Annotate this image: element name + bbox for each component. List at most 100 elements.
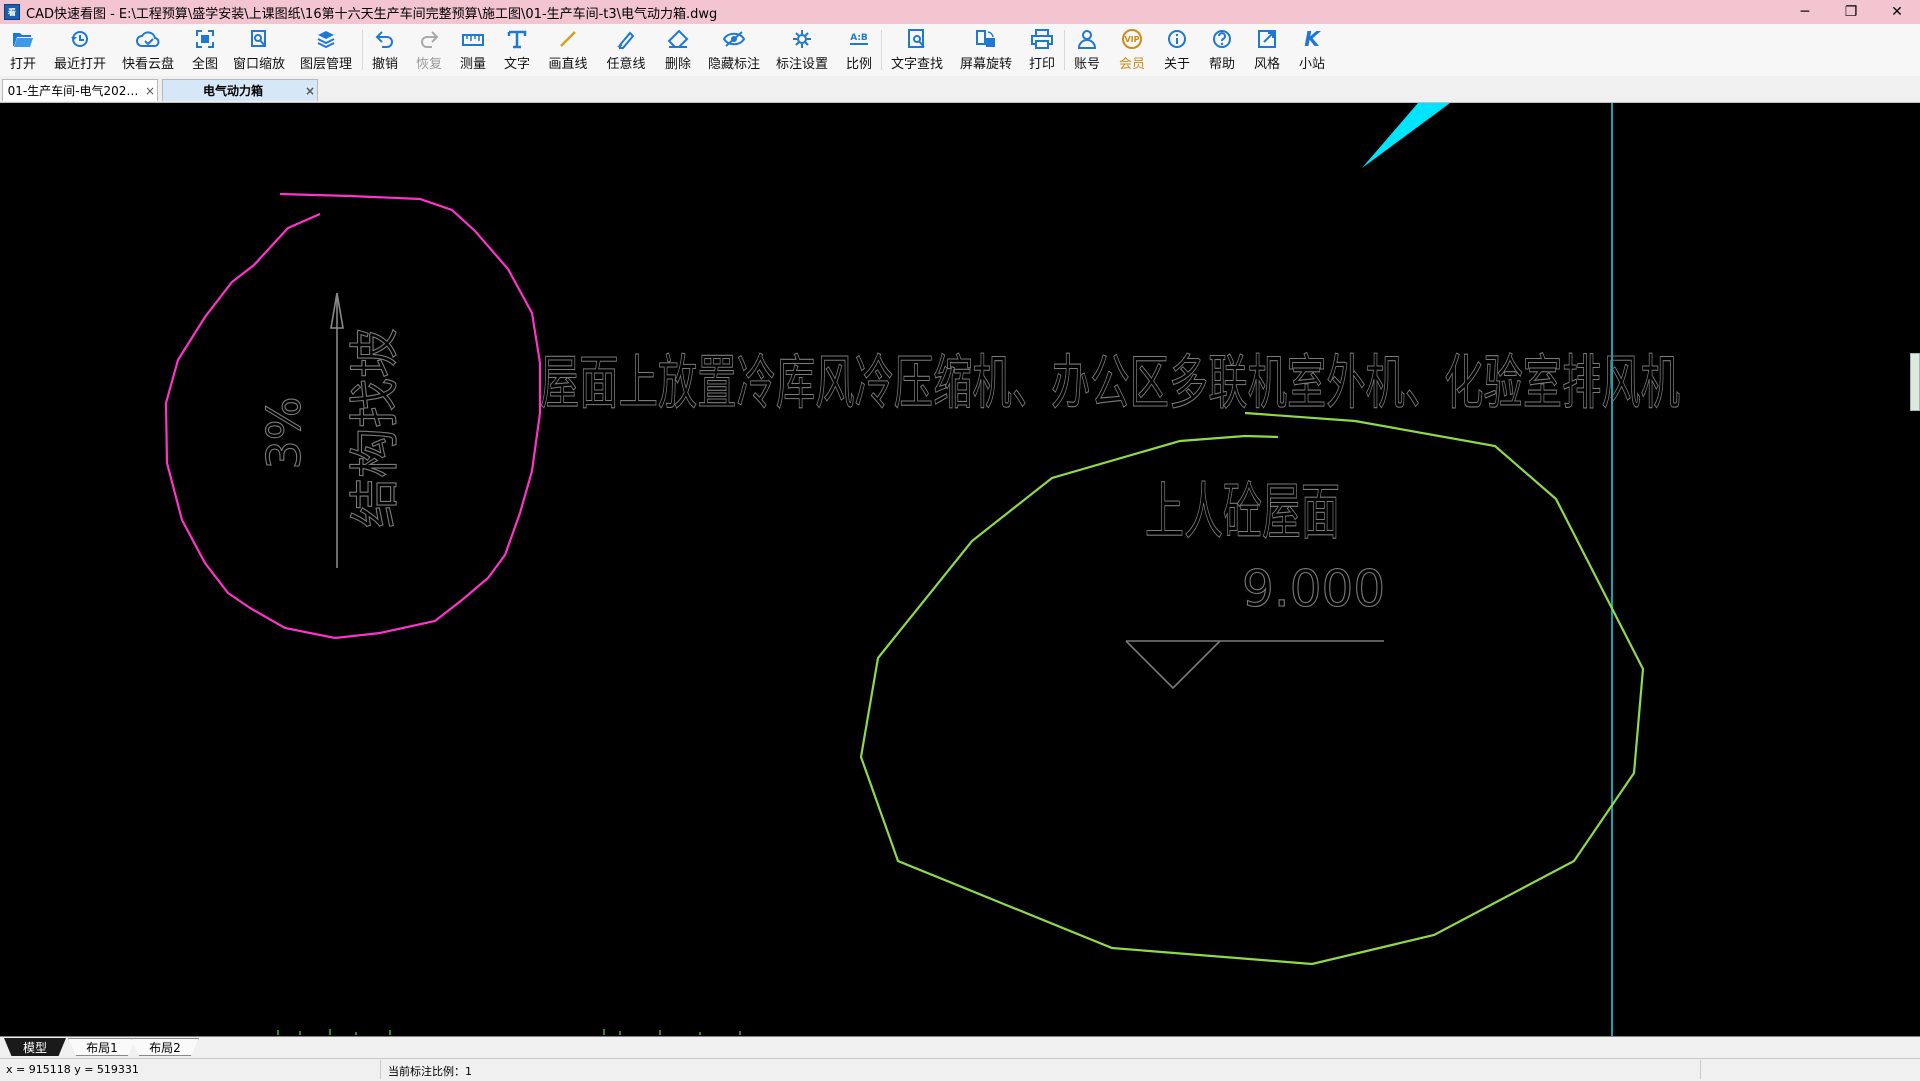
measure-label: 测量	[459, 57, 486, 72]
measure-icon	[461, 28, 485, 50]
status-bar: x = 915118 y = 519331 当前标注比例：1	[0, 1058, 1920, 1081]
style-icon	[1255, 28, 1279, 50]
account-label: 账号	[1073, 57, 1100, 72]
layer-manager-button[interactable]: 图层管理	[290, 24, 362, 72]
measure-button[interactable]: 测量	[451, 24, 495, 72]
app-logo-text: 看	[8, 7, 16, 17]
slope-text-group: 结构找坡	[345, 327, 404, 528]
zoom-extents-button[interactable]: 全图	[182, 24, 228, 72]
layer-manager-label: 图层管理	[299, 57, 352, 72]
minimize-icon: ─	[1800, 4, 1810, 20]
vip-label: 会员	[1118, 57, 1145, 72]
undo-label: 撤销	[371, 57, 398, 72]
annotation-settings-button[interactable]: 标注设置	[767, 24, 837, 72]
close-window-button[interactable]: ✕	[1874, 0, 1920, 24]
close-icon: ✕	[1891, 4, 1903, 20]
zoom-window-icon	[247, 28, 271, 50]
tab-layout1[interactable]: 布局1	[68, 1038, 136, 1056]
help-button[interactable]: 帮助	[1199, 24, 1245, 72]
recent-button[interactable]: 最近打开	[46, 24, 114, 72]
close-tab-icon[interactable]: ×	[303, 84, 317, 98]
minimize-button[interactable]: ─	[1782, 0, 1828, 24]
account-button[interactable]: 账号	[1065, 24, 1109, 72]
delete-button[interactable]: 删除	[655, 24, 701, 72]
open-button[interactable]: 打开	[0, 24, 46, 72]
cloud-icon	[136, 28, 160, 50]
redo-icon	[417, 28, 441, 50]
window-title: CAD快速看图 - E:\工程预算\盛学安装\上课图纸\16第十六天生产车间完整…	[26, 6, 718, 22]
zoom-extents-label: 全图	[191, 57, 218, 72]
side-scroll-handle[interactable]	[1910, 353, 1920, 411]
tab-model[interactable]: 模型	[4, 1038, 66, 1056]
style-label: 风格	[1253, 57, 1280, 72]
redo-button[interactable]: 恢复	[407, 24, 451, 72]
freehand-label: 任意线	[606, 57, 646, 72]
cloud-label: 快看云盘	[121, 57, 174, 72]
delete-label: 删除	[664, 57, 691, 72]
tab-electrical-power-box[interactable]: 电气动力箱 ×	[162, 79, 318, 101]
about-label: 关于	[1163, 57, 1190, 72]
text-button[interactable]: 文字	[495, 24, 539, 72]
text-search-button[interactable]: 文字查找	[882, 24, 952, 72]
status-divider	[1700, 1060, 1701, 1079]
scale-button[interactable]: A:B 比例	[837, 24, 881, 72]
slope-method-text: 结构找坡	[346, 328, 404, 528]
cursor-coordinates: x = 915118 y = 519331	[6, 1063, 139, 1076]
recent-label: 最近打开	[53, 57, 106, 72]
layout-tab-bar: 模型 布局1 布局2	[0, 1036, 1920, 1058]
draw-line-label: 画直线	[548, 57, 588, 72]
slope-percent-text: 3%	[257, 397, 311, 470]
drawing-svg: 3% 结构找坡 屋面上放置冷库风冷压缩机、办公区多联机室外机、化验室排风机 上人…	[164, 103, 1681, 1036]
print-label: 打印	[1028, 57, 1055, 72]
close-tab-icon[interactable]: ×	[143, 84, 157, 98]
tab-label: 01-生产车间-电气202…	[7, 84, 139, 98]
tab-layout2[interactable]: 布局2	[131, 1038, 199, 1056]
site-icon: K	[1300, 27, 1324, 51]
help-icon	[1210, 28, 1234, 50]
rotate-screen-button[interactable]: 屏幕旋转	[952, 24, 1020, 72]
help-label: 帮助	[1208, 57, 1235, 72]
document-tab-bar: 01-生产车间-电气202… × 电气动力箱 ×	[0, 76, 1920, 103]
slope-percent-group: 3%	[256, 396, 311, 470]
tab-layout2-label: 布局2	[149, 1040, 181, 1055]
undo-icon	[373, 28, 397, 50]
rotate-screen-icon	[974, 28, 998, 50]
account-icon	[1075, 28, 1099, 50]
status-divider	[380, 1060, 381, 1079]
main-toolbar: 打开 最近打开 快看云盘 全图 窗口缩放 图层管理 撤销 恢复 测量 文字 画直…	[0, 24, 1920, 76]
drawing-canvas[interactable]: 3% 结构找坡 屋面上放置冷库风冷压缩机、办公区多联机室外机、化验室排风机 上人…	[0, 103, 1920, 1036]
style-button[interactable]: 风格	[1245, 24, 1289, 72]
freehand-button[interactable]: 任意线	[597, 24, 655, 72]
restore-icon: ❐	[1844, 4, 1858, 20]
roof-type-text: 上人砼屋面	[1145, 475, 1340, 548]
hide-annotation-button[interactable]: 隐藏标注	[701, 24, 767, 72]
line-icon	[556, 28, 580, 50]
redo-label: 恢复	[415, 57, 442, 72]
cloud-button[interactable]: 快看云盘	[114, 24, 182, 72]
recent-icon	[68, 28, 92, 50]
vip-badge-text: VIP	[1122, 29, 1142, 49]
zoom-window-button[interactable]: 窗口缩放	[228, 24, 290, 72]
scale-icon-text: A:B	[850, 33, 868, 45]
info-icon	[1165, 28, 1189, 50]
tab-production-workshop[interactable]: 01-生产车间-电气202… ×	[2, 79, 158, 101]
undo-button[interactable]: 撤销	[363, 24, 407, 72]
restore-button[interactable]: ❐	[1828, 0, 1874, 24]
edge-fragments	[277, 1029, 741, 1035]
site-button[interactable]: K 小站	[1289, 24, 1335, 72]
scale-label: 比例	[845, 57, 872, 72]
draw-line-button[interactable]: 画直线	[539, 24, 597, 72]
rotate-screen-label: 屏幕旋转	[959, 57, 1012, 72]
annotation-scale-status: 当前标注比例：1	[388, 1065, 472, 1078]
text-search-icon	[905, 28, 929, 50]
print-icon	[1030, 28, 1054, 50]
site-label: 小站	[1298, 57, 1325, 72]
elevation-value-text: 9.000	[1242, 560, 1385, 618]
eraser-icon	[666, 28, 690, 50]
equipment-note-text: 屋面上放置冷库风冷压缩机、办公区多联机室外机、化验室排风机	[540, 348, 1680, 417]
about-button[interactable]: 关于	[1155, 24, 1199, 72]
text-search-label: 文字查找	[890, 57, 943, 72]
print-button[interactable]: 打印	[1020, 24, 1064, 72]
layers-icon	[314, 28, 338, 50]
vip-button[interactable]: VIP 会员	[1109, 24, 1155, 72]
